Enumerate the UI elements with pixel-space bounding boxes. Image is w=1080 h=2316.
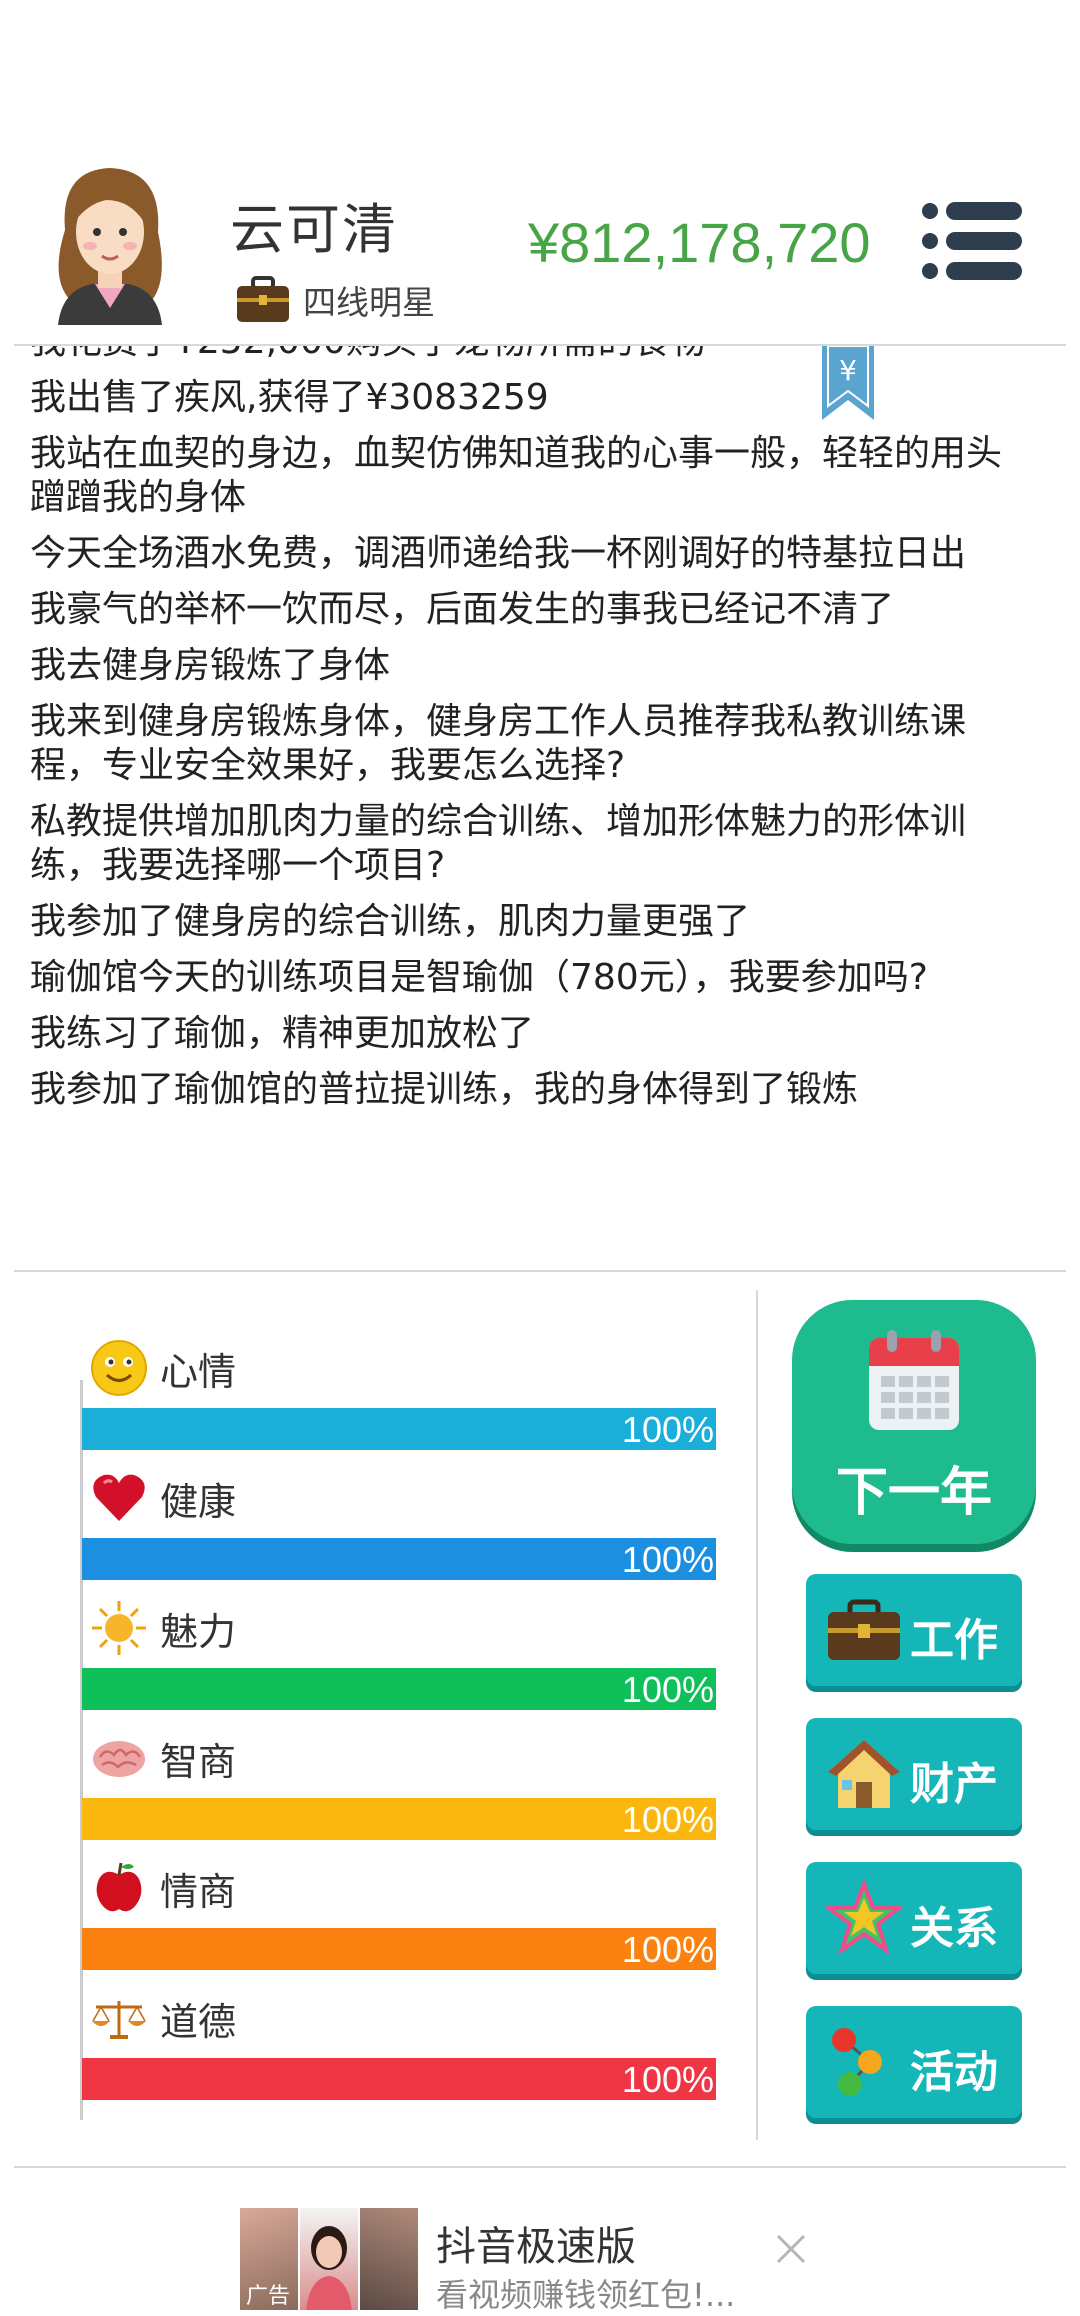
log-entry: 我出售了疾风,获得了¥3083259 — [30, 377, 549, 418]
briefcase-icon — [237, 276, 289, 322]
stat-bar-fill — [82, 1538, 716, 1580]
smiley-icon — [91, 1340, 147, 1396]
close-icon[interactable] — [774, 2232, 808, 2266]
house-icon — [828, 1740, 900, 1808]
apple-icon — [96, 1862, 142, 1912]
stat-value: 100% — [621, 1799, 714, 1840]
player-name: 云可清 — [230, 198, 398, 261]
next-year-label: 下一年 — [835, 1463, 992, 1523]
activity-label: 活动 — [910, 2047, 998, 2098]
ad-thumbnail — [300, 2208, 358, 2310]
money-display: ¥812,178,720 — [528, 211, 871, 274]
stat-label: 心情 — [160, 1349, 237, 1394]
log-entry: 我豪气的举杯一饮而尽，后面发生的事我已经记不清了 — [30, 589, 895, 630]
property-button[interactable]: 财产 — [806, 1718, 1022, 1830]
svg-text:¥: ¥ — [839, 354, 857, 387]
log-entry: 我参加了瑜伽馆的普拉提训练，我的身体得到了锻炼 — [30, 1069, 859, 1110]
stat-health: 健康 100% — [82, 1468, 716, 1580]
calendar-icon — [869, 1330, 959, 1430]
log-entry: 私教提供增加肌肉力量的综合训练、增加形体魅力的形体训练，我要选择哪一个项目? — [30, 801, 967, 886]
activity-button[interactable]: 活动 — [806, 2006, 1022, 2118]
header: 云可清 四线明星 ¥812,178,720 — [0, 0, 1080, 345]
stat-bar: 100% — [82, 1668, 716, 1710]
stat-value: 100% — [621, 1669, 714, 1710]
ad-thumbnail — [360, 2208, 418, 2310]
stat-bar-fill — [82, 1928, 716, 1970]
ad-subtitle: 看视频赚钱领红包!... — [436, 2276, 736, 2314]
work-label: 工作 — [910, 1615, 998, 1666]
heart-icon — [93, 1474, 145, 1521]
stat-bar-fill — [82, 1408, 716, 1450]
stat-bar: 100% — [82, 1928, 716, 1970]
log-entry: 我参加了健身房的综合训练，肌肉力量更强了 — [30, 901, 751, 942]
ad-title: 抖音极速版 — [436, 2224, 636, 2270]
log-entry: 我练习了瑜伽，精神更加放松了 — [30, 1013, 535, 1054]
stat-bar: 100% — [82, 1538, 716, 1580]
stat-bar: 100% — [82, 1408, 716, 1450]
avatar[interactable] — [40, 160, 180, 325]
stat-bar-fill — [82, 2058, 716, 2100]
log-entry: 我去健身房锻炼了身体 — [30, 645, 391, 686]
ad-banner[interactable]: 广告 抖音极速版 看视频赚钱领红包!... — [240, 2208, 800, 2314]
ad-tag: 广告 — [246, 2284, 291, 2309]
stat-value: 100% — [621, 1409, 714, 1450]
log-entry: 我花费了¥252,000购买了宠物所需的食物 — [30, 346, 1030, 364]
log-entry: 我来到健身房锻炼身体，健身房工作人员推荐我私教训练课程，专业安全效果好，我要怎么… — [30, 701, 967, 786]
stat-bar-fill — [82, 1668, 716, 1710]
stat-mood: 心情 100% — [82, 1338, 716, 1450]
relations-button[interactable]: 关系 — [806, 1862, 1022, 1974]
stat-iq: 智商 100% — [82, 1728, 716, 1840]
sun-icon — [92, 1601, 146, 1655]
stat-bar-fill — [82, 1798, 716, 1840]
job-title: 四线明星 — [303, 283, 435, 322]
event-log[interactable]: 我花费了¥252,000购买了宠物所需的食物 我出售了疾风,获得了¥308325… — [30, 346, 1030, 1226]
briefcase-icon — [828, 1599, 900, 1660]
stat-value: 100% — [621, 1539, 714, 1580]
stat-label: 道德 — [160, 1999, 237, 2044]
stat-bar: 100% — [82, 2058, 716, 2100]
menu-icon[interactable] — [920, 200, 1025, 282]
scales-icon — [92, 2001, 146, 2039]
stat-bar: 100% — [82, 1798, 716, 1840]
money-bookmark-icon[interactable]: ¥ — [820, 346, 876, 422]
stat-label: 情商 — [160, 1869, 237, 1914]
stat-label: 健康 — [160, 1479, 237, 1524]
brain-icon — [93, 1741, 145, 1777]
work-button[interactable]: 工作 — [806, 1574, 1022, 1686]
job-title-row: 四线明星 — [235, 275, 435, 325]
log-entry: 今天全场酒水免费，调酒师递给我一杯刚调好的特基拉日出 — [30, 533, 967, 574]
activity-dots-icon — [832, 2028, 882, 2096]
stat-charm: 魅力 100% — [82, 1598, 716, 1710]
panel-divider — [756, 1290, 758, 2140]
stat-value: 100% — [621, 1929, 714, 1970]
stat-value: 100% — [621, 2059, 714, 2100]
ad-person-image — [306, 2226, 352, 2310]
stat-label: 魅力 — [160, 1609, 237, 1654]
relations-label: 关系 — [910, 1903, 998, 1954]
log-divider — [14, 1270, 1066, 1272]
ad-divider — [14, 2166, 1066, 2168]
log-entry: 瑜伽馆今天的训练项目是智瑜伽（780元），我要参加吗? — [30, 957, 928, 998]
stat-eq: 情商 100% — [82, 1858, 716, 1970]
star-icon — [826, 1880, 902, 1956]
log-entry: 我站在血契的身边，血契仿佛知道我的心事一般，轻轻的用头蹭蹭我的身体 — [30, 433, 1003, 518]
next-year-button[interactable]: 下一年 — [792, 1300, 1036, 1544]
stat-morality: 道德 100% — [82, 1988, 716, 2100]
property-label: 财产 — [910, 1759, 998, 1810]
stat-label: 智商 — [160, 1739, 237, 1784]
